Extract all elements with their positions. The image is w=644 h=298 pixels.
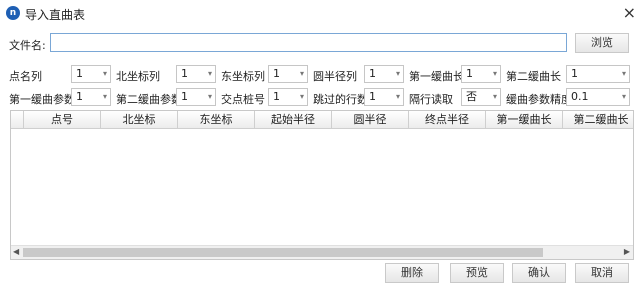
point-name-col-label: 点名列 bbox=[9, 70, 42, 83]
confirm-button[interactable]: 确认 bbox=[512, 263, 566, 283]
column-header-north[interactable]: 北坐标 bbox=[101, 111, 178, 128]
point-name-col-value: 1 bbox=[76, 67, 83, 80]
cancel-button[interactable]: 取消 bbox=[575, 263, 629, 283]
chevron-down-icon: ▾ bbox=[299, 92, 304, 101]
column-header-radius[interactable]: 圆半径 bbox=[332, 111, 409, 128]
radius-col-select[interactable]: 1 ▾ bbox=[364, 65, 404, 83]
scroll-right-icon[interactable]: ▶ bbox=[624, 247, 630, 256]
row-header-corner bbox=[11, 111, 24, 128]
scroll-left-icon[interactable]: ◀ bbox=[13, 247, 19, 256]
title-bar: n 导入直曲表 × bbox=[0, 0, 644, 26]
skip-rows-select[interactable]: 1 ▾ bbox=[364, 88, 404, 106]
intersection-station-value: 1 bbox=[273, 90, 280, 103]
north-coord-col-label: 北坐标列 bbox=[116, 70, 160, 83]
second-spiral-length-value: 1 bbox=[571, 67, 578, 80]
close-icon[interactable]: × bbox=[623, 3, 636, 22]
chevron-down-icon: ▾ bbox=[395, 92, 400, 101]
spiral-param-precision-value: 0.1 bbox=[571, 90, 589, 103]
chevron-down-icon: ▾ bbox=[102, 69, 107, 78]
chevron-down-icon: ▾ bbox=[492, 92, 497, 101]
column-header-east[interactable]: 东坐标 bbox=[178, 111, 255, 128]
column-header-second-spiral[interactable]: 第二缓曲长 bbox=[563, 111, 633, 128]
spiral-param-precision-label: 缓曲参数精度 bbox=[506, 93, 572, 106]
window-title: 导入直曲表 bbox=[25, 8, 86, 22]
first-spiral-length-label: 第一缓曲长 bbox=[409, 70, 464, 83]
first-spiral-length-value: 1 bbox=[466, 67, 473, 80]
second-spiral-param-value: 1 bbox=[181, 90, 188, 103]
import-curve-table-dialog: n 导入直曲表 × 文件名: 浏览 点名列 1 ▾ 北坐标列 1 ▾ 东坐标列 1 ▾… bbox=[0, 0, 644, 298]
preview-button[interactable]: 预览 bbox=[450, 263, 504, 283]
first-spiral-param-label: 第一缓曲参数 bbox=[9, 93, 75, 106]
browse-button[interactable]: 浏览 bbox=[575, 33, 629, 53]
east-coord-col-select[interactable]: 1 ▾ bbox=[268, 65, 308, 83]
column-header-point-id[interactable]: 点号 bbox=[24, 111, 101, 128]
scrollbar-thumb[interactable] bbox=[23, 248, 543, 257]
alternate-row-select[interactable]: 否 ▾ bbox=[461, 88, 501, 106]
second-spiral-param-label: 第二缓曲参数 bbox=[116, 93, 182, 106]
chevron-down-icon: ▾ bbox=[621, 92, 626, 101]
radius-col-value: 1 bbox=[369, 67, 376, 80]
chevron-down-icon: ▾ bbox=[621, 69, 626, 78]
first-spiral-param-select[interactable]: 1 ▾ bbox=[71, 88, 111, 106]
intersection-station-select[interactable]: 1 ▾ bbox=[268, 88, 308, 106]
column-header-start-radius[interactable]: 起始半径 bbox=[255, 111, 332, 128]
chevron-down-icon: ▾ bbox=[299, 69, 304, 78]
chevron-down-icon: ▾ bbox=[395, 69, 400, 78]
radius-col-label: 圆半径列 bbox=[313, 70, 357, 83]
app-logo-icon: n bbox=[6, 6, 20, 20]
point-name-col-select[interactable]: 1 ▾ bbox=[71, 65, 111, 83]
east-coord-col-label: 东坐标列 bbox=[221, 70, 265, 83]
chevron-down-icon: ▾ bbox=[102, 92, 107, 101]
chevron-down-icon: ▾ bbox=[207, 69, 212, 78]
second-spiral-length-label: 第二缓曲长 bbox=[506, 70, 561, 83]
skip-rows-label: 跳过的行数 bbox=[313, 93, 368, 106]
chevron-down-icon: ▾ bbox=[492, 69, 497, 78]
horizontal-scrollbar[interactable]: ◀ ▶ bbox=[11, 245, 633, 259]
alternate-row-value: 否 bbox=[466, 90, 477, 103]
skip-rows-value: 1 bbox=[369, 90, 376, 103]
second-spiral-length-select[interactable]: 1 ▾ bbox=[566, 65, 630, 83]
file-name-input[interactable] bbox=[50, 33, 567, 52]
file-name-label: 文件名: bbox=[9, 39, 46, 52]
curve-data-grid[interactable]: 点号 北坐标 东坐标 起始半径 圆半径 终点半径 第一缓曲长 第二缓曲长 ◀ ▶ bbox=[10, 110, 634, 260]
column-header-end-radius[interactable]: 终点半径 bbox=[409, 111, 486, 128]
chevron-down-icon: ▾ bbox=[207, 92, 212, 101]
first-spiral-param-value: 1 bbox=[76, 90, 83, 103]
column-header-first-spiral[interactable]: 第一缓曲长 bbox=[486, 111, 563, 128]
intersection-station-label: 交点桩号 bbox=[221, 93, 265, 106]
north-coord-col-value: 1 bbox=[181, 67, 188, 80]
second-spiral-param-select[interactable]: 1 ▾ bbox=[176, 88, 216, 106]
first-spiral-length-select[interactable]: 1 ▾ bbox=[461, 65, 501, 83]
north-coord-col-select[interactable]: 1 ▾ bbox=[176, 65, 216, 83]
delete-button[interactable]: 删除 bbox=[385, 263, 439, 283]
spiral-param-precision-select[interactable]: 0.1 ▾ bbox=[566, 88, 630, 106]
east-coord-col-value: 1 bbox=[273, 67, 280, 80]
alternate-row-label: 隔行读取 bbox=[409, 93, 453, 106]
grid-header: 点号 北坐标 东坐标 起始半径 圆半径 终点半径 第一缓曲长 第二缓曲长 bbox=[11, 111, 633, 129]
